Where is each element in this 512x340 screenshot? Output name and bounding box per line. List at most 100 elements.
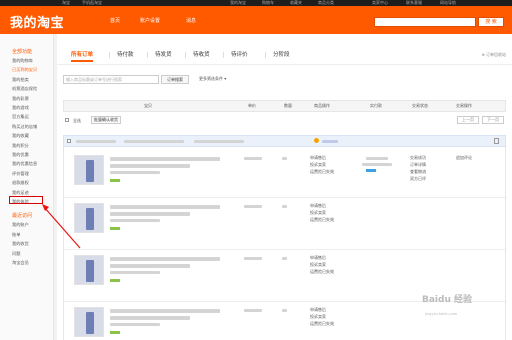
sidebar-item-14[interactable]: 退款维权 (12, 180, 29, 186)
order-status-link[interactable]: 查看物流 (410, 169, 426, 175)
tab-2[interactable]: 待发货 (155, 48, 172, 62)
order-search-button[interactable]: 订单搜索 (161, 75, 189, 84)
product-thumbnail[interactable] (74, 155, 104, 185)
contact-seller-blur[interactable] (322, 140, 338, 143)
nav-account-settings[interactable]: 账户设置 (140, 17, 160, 24)
order-status-link[interactable]: 双方已评 (410, 176, 426, 182)
sidebar-item-11[interactable]: 我的优惠 (12, 152, 29, 158)
tab-1[interactable]: 待付款 (117, 48, 134, 62)
sidebar-item-12[interactable]: 我的优惠信息 (12, 161, 37, 167)
item-action-link[interactable]: 投诉卖家 (310, 262, 326, 268)
service-tag (110, 279, 120, 282)
order-search-input[interactable]: 输入商品标题或订单号进行搜索 (63, 75, 159, 84)
unit-price-blur (244, 257, 262, 260)
th-order-actions: 交易操作 (456, 103, 472, 108)
tab-5[interactable]: 分阶段 (273, 48, 290, 62)
product-title-blur[interactable] (110, 316, 190, 320)
tab-separator (223, 52, 224, 58)
product-title-blur[interactable] (110, 264, 190, 268)
quantity-blur (282, 257, 287, 260)
sidebar-item-10[interactable]: 我的积分 (12, 143, 29, 149)
batch-confirm-button[interactable]: 批量确认收货 (91, 116, 121, 124)
sidebar-item-3[interactable]: 我的拍卖 (12, 77, 29, 83)
product-image (86, 208, 94, 230)
header: 我的淘宝 首页 账户设置 消息 搜 索 (0, 6, 512, 34)
item-action-link[interactable]: 投诉卖家 (310, 210, 326, 216)
product-thumbnail[interactable] (74, 203, 104, 233)
tab-0[interactable]: 所有订单 (71, 48, 94, 62)
sidebar-item-15[interactable]: 我的足迹 (12, 190, 29, 196)
item-action-link[interactable]: 运费险已失效 (310, 269, 334, 275)
wangwang-icon[interactable] (314, 138, 319, 143)
product-title-blur[interactable] (110, 164, 190, 168)
sidebar-item-4[interactable]: 机票酒店保险 (12, 86, 37, 92)
select-row: 全选 批量确认收货 上一页 下一页 (63, 116, 506, 126)
order-header (63, 135, 506, 147)
sidebar-item-13[interactable]: 评价管理 (12, 171, 29, 177)
select-all-label: 全选 (73, 118, 81, 123)
product-thumbnail[interactable] (74, 307, 104, 337)
quantity-blur (282, 309, 287, 312)
sidebar-item-5[interactable]: 我的彩票 (12, 96, 29, 102)
item-action-link[interactable]: 投诉卖家 (310, 162, 326, 168)
product-image (86, 260, 94, 282)
sidebar-item-17[interactable]: 最近访问 (12, 212, 32, 219)
sidebar-item-1[interactable]: 我的购物车 (12, 58, 33, 64)
sidebar-item-7[interactable]: 官方集运 (12, 114, 29, 120)
sidebar-item-2[interactable]: 已买到的宝贝 (12, 67, 37, 73)
sidebar-item-18[interactable]: 我的账户 (12, 222, 29, 228)
nav-messages[interactable]: 消息 (186, 17, 196, 24)
sidebar-item-22[interactable]: 淘宝会员 (12, 260, 29, 266)
sidebar-item-21[interactable]: 问题 (12, 251, 20, 257)
tab-3[interactable]: 待收货 (193, 48, 210, 62)
product-thumbnail[interactable] (74, 255, 104, 285)
recycle-label: 订单回收站 (486, 52, 506, 57)
append-review-link[interactable]: 追加评论 (456, 155, 472, 161)
next-page-button[interactable]: 下一页 (482, 116, 504, 124)
th-qty: 数量 (284, 103, 292, 108)
item-action-link[interactable]: 运费险已失效 (310, 169, 334, 175)
tab-separator (147, 52, 148, 58)
product-title-blur[interactable] (110, 205, 220, 209)
tab-4[interactable]: 待评价 (231, 48, 248, 62)
product-title-blur[interactable] (110, 212, 190, 216)
th-status: 交易状态 (412, 103, 428, 108)
order-status-link[interactable]: 交易成功 (410, 155, 426, 161)
product-title-blur[interactable] (110, 309, 220, 313)
tab-separator (185, 52, 186, 58)
item-action-link[interactable]: 申请售后 (310, 155, 326, 161)
header-search-input[interactable] (374, 17, 476, 27)
sidebar-item-9[interactable]: 我的收藏 (12, 133, 29, 139)
product-title-blur[interactable] (110, 257, 220, 261)
logo[interactable]: 我的淘宝 (10, 12, 64, 31)
more-filter-link[interactable]: 更多筛选条件 ▾ (199, 76, 226, 82)
item-action-link[interactable]: 申请售后 (310, 307, 326, 313)
order-recycle-link[interactable]: ⊕ 订单回收站 (481, 52, 506, 58)
item-action-link[interactable]: 运费险已失效 (310, 321, 334, 327)
sidebar: 全部功能我的购物车已买到的宝贝 我的拍卖机票酒店保险 我的彩票我的游戏官方集运购买过… (0, 34, 54, 340)
item-action-link[interactable]: 运费险已失效 (310, 217, 334, 223)
sidebar-item-19[interactable]: 账单 (12, 232, 20, 238)
order-status-link[interactable]: 订单详情 (410, 162, 426, 168)
nav-home[interactable]: 首页 (110, 17, 120, 24)
sidebar-item-6[interactable]: 我的游戏 (12, 105, 29, 111)
item-action-link[interactable]: 投诉卖家 (310, 314, 326, 320)
paid-amount-blur (366, 157, 388, 160)
unit-price-blur (244, 157, 262, 160)
trash-icon[interactable] (494, 138, 499, 144)
sidebar-item-20[interactable]: 我的收货 (12, 241, 29, 247)
tab-divider (57, 64, 512, 65)
shipping-fee-blur (362, 163, 392, 166)
table-header: 宝贝 单价 数量 商品操作 实付款 交易状态 交易操作 (63, 100, 506, 112)
select-all-checkbox[interactable] (65, 118, 69, 122)
item-action-link[interactable]: 申请售后 (310, 203, 326, 209)
item-action-link[interactable]: 申请售后 (310, 255, 326, 261)
header-search-button[interactable]: 搜 索 (478, 17, 504, 27)
prev-page-button[interactable]: 上一页 (457, 116, 479, 124)
sidebar-item-0[interactable]: 全部功能 (12, 48, 32, 55)
order-checkbox[interactable] (67, 139, 71, 143)
sidebar-item-8[interactable]: 购买过的店铺 (12, 124, 37, 130)
product-title-blur[interactable] (110, 157, 220, 161)
more-filter-label: 更多筛选条件 (199, 76, 223, 81)
tab-separator (109, 52, 110, 58)
